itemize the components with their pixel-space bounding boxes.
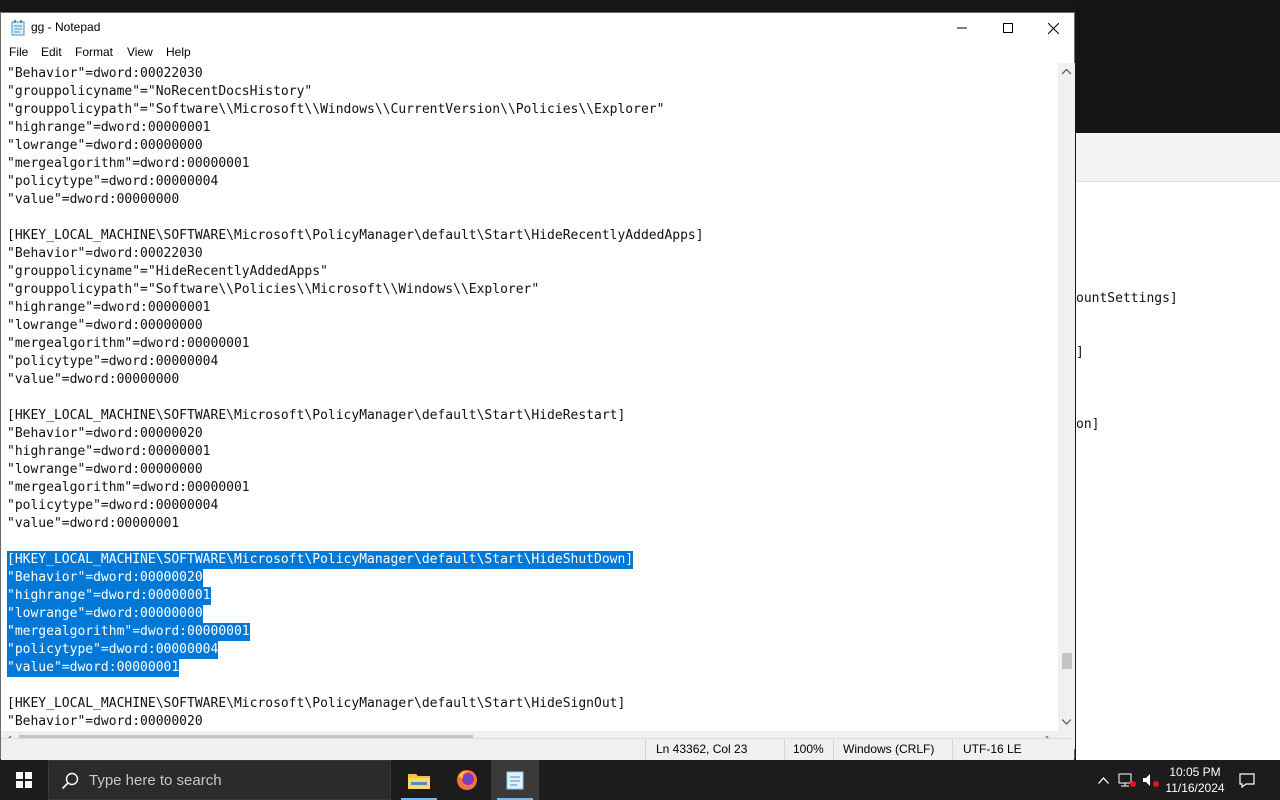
menu-help[interactable]: Help (166, 45, 191, 59)
text-line: "grouppolicyname"="NoRecentDocsHistory" (7, 84, 313, 99)
taskbar: Type here to search 10:05 PM 11/16/2024 (0, 760, 1280, 800)
menu-view[interactable]: View (127, 45, 153, 59)
text-line: "grouppolicypath"="Software\\Microsoft\\… (7, 102, 665, 117)
text-line: "value"=dword:00000001 (7, 516, 180, 531)
menu-edit[interactable]: Edit (41, 45, 62, 59)
notepad-icon (506, 771, 524, 790)
text-line: "value"=dword:00000000 (7, 372, 180, 387)
text-line: "mergealgorithm"=dword:00000001 (7, 480, 250, 495)
text-line: "policytype"=dword:00000004 (7, 498, 219, 513)
volume-button[interactable] (1140, 760, 1162, 800)
maximize-button[interactable] (985, 13, 1031, 43)
taskbar-file-explorer[interactable] (395, 760, 443, 800)
text-line: "lowrange"=dword:00000000 (7, 605, 203, 623)
network-status-button[interactable] (1116, 760, 1138, 800)
minimize-icon (957, 27, 967, 29)
text-line: "value"=dword:00000001 (7, 659, 180, 677)
scroll-down-icon[interactable] (1062, 719, 1071, 725)
volume-muted-icon (1143, 774, 1159, 787)
status-divider (952, 739, 953, 760)
background-text-3: on] (1076, 417, 1100, 432)
firefox-icon (457, 770, 477, 790)
system-clock[interactable]: 10:05 PM 11/16/2024 (1163, 764, 1227, 796)
close-icon (1047, 22, 1059, 34)
background-text-1: ountSettings] (1076, 291, 1178, 306)
clock-time: 10:05 PM (1169, 765, 1221, 779)
status-line-ending: Windows (CRLF) (843, 742, 935, 756)
status-cursor-position: Ln 43362, Col 23 (656, 742, 748, 756)
text-line: "mergealgorithm"=dword:00000001 (7, 156, 250, 171)
text-line: [HKEY_LOCAL_MACHINE\SOFTWARE\Microsoft\P… (7, 408, 626, 423)
text-editor[interactable]: "Behavior"=dword:00022030 "grouppolicynam… (1, 63, 1058, 731)
text-line: "Behavior"=dword:00000020 (7, 426, 203, 441)
text-line: "grouppolicypath"="Software\\Policies\\M… (7, 282, 540, 297)
close-button[interactable] (1030, 13, 1076, 43)
text-line: "Behavior"=dword:00000020 (7, 569, 203, 587)
text-line: "highrange"=dword:00000001 (7, 120, 211, 135)
status-encoding: UTF-16 LE (963, 742, 1022, 756)
status-bar: Ln 43362, Col 23 100% Windows (CRLF) UTF… (1, 738, 1074, 760)
minimize-button[interactable] (939, 13, 985, 43)
text-line: "Behavior"=dword:00022030 (7, 66, 203, 81)
text-line: "Behavior"=dword:00000020 (7, 714, 203, 729)
chevron-up-icon (1097, 776, 1109, 784)
text-line: "lowrange"=dword:00000000 (7, 138, 203, 153)
text-line: [HKEY_LOCAL_MACHINE\SOFTWARE\Microsoft\P… (7, 696, 626, 711)
taskbar-firefox[interactable] (443, 760, 491, 800)
status-divider (833, 739, 834, 760)
desktop-wallpaper (1076, 0, 1280, 133)
text-line: [HKEY_LOCAL_MACHINE\SOFTWARE\Microsoft\P… (7, 551, 634, 569)
text-line: "Behavior"=dword:00022030 (7, 246, 203, 261)
text-line: "lowrange"=dword:00000000 (7, 462, 203, 477)
search-placeholder: Type here to search (89, 772, 222, 789)
text-line: "grouppolicyname"="HideRecentlyAddedApps… (7, 264, 328, 279)
file-explorer-icon (408, 774, 430, 789)
vertical-scroll-thumb[interactable] (1062, 653, 1072, 669)
menu-file[interactable]: File (9, 45, 28, 59)
menu-format[interactable]: Format (75, 45, 113, 59)
text-line: "policytype"=dword:00000004 (7, 354, 219, 369)
text-line: "mergealgorithm"=dword:00000001 (7, 336, 250, 351)
text-line: "policytype"=dword:00000004 (7, 174, 219, 189)
show-hidden-icons-button[interactable] (1094, 760, 1112, 800)
notepad-app-icon (11, 20, 25, 36)
text-line: [HKEY_LOCAL_MACHINE\SOFTWARE\Microsoft\P… (7, 228, 704, 243)
clock-date: 11/16/2024 (1165, 781, 1225, 795)
notepad-window: gg - Notepad File Edit Format View Help … (0, 12, 1075, 760)
network-icon (1118, 773, 1136, 787)
title-bar[interactable]: gg - Notepad (1, 13, 1074, 43)
taskbar-notepad[interactable] (491, 760, 539, 800)
background-window-toolbar (1076, 133, 1280, 182)
maximize-icon (1003, 23, 1013, 33)
status-zoom: 100% (793, 742, 824, 756)
search-icon (61, 772, 79, 790)
windows-logo-icon (16, 772, 32, 788)
text-line: "highrange"=dword:00000001 (7, 300, 211, 315)
status-divider (784, 739, 785, 760)
background-text-2: ] (1076, 345, 1084, 360)
vertical-scrollbar[interactable] (1058, 63, 1075, 731)
text-line: "mergealgorithm"=dword:00000001 (7, 623, 250, 641)
start-button[interactable] (0, 760, 48, 800)
text-line: "policytype"=dword:00000004 (7, 641, 219, 659)
text-line: "value"=dword:00000000 (7, 192, 180, 207)
window-title: gg - Notepad (31, 20, 101, 34)
action-center-button[interactable] (1236, 760, 1258, 800)
taskbar-search-box[interactable]: Type here to search (48, 760, 391, 800)
menu-bar: File Edit Format View Help (1, 43, 1074, 63)
scroll-up-icon[interactable] (1062, 69, 1071, 75)
status-divider (645, 739, 646, 760)
text-line: "lowrange"=dword:00000000 (7, 318, 203, 333)
background-window[interactable]: ountSettings] ] on] (1076, 133, 1280, 760)
text-line: "highrange"=dword:00000001 (7, 587, 211, 605)
notification-icon (1239, 773, 1255, 788)
text-line: "highrange"=dword:00000001 (7, 444, 211, 459)
